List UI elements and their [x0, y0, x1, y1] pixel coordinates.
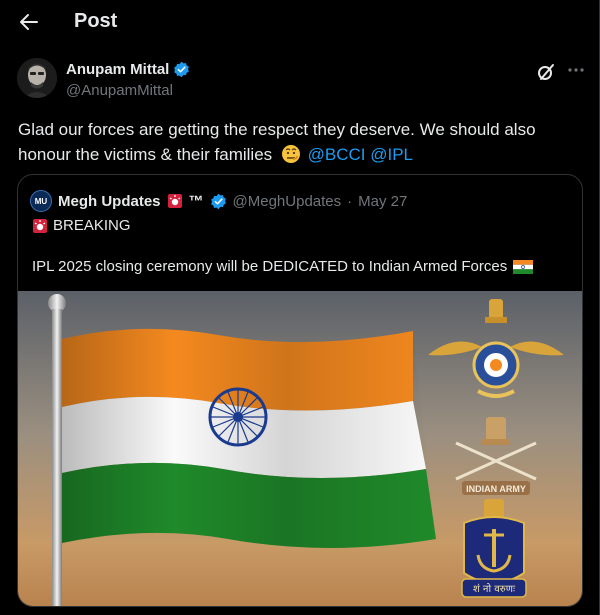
post-header: Post: [0, 0, 600, 44]
breaking-label: BREAKING: [53, 217, 131, 234]
army-label: INDIAN ARMY: [466, 484, 526, 494]
verified-badge-icon: [210, 193, 226, 209]
india-flag-icon: [513, 259, 534, 274]
post-page: Post Anupam Mittal @AnupamMittal Glad ou…: [0, 0, 600, 615]
more-options-icon[interactable]: [566, 60, 586, 80]
avatar[interactable]: [17, 58, 57, 98]
grok-icon[interactable]: [536, 62, 556, 82]
quoted-avatar[interactable]: MU: [30, 190, 52, 212]
quoted-image[interactable]: INDIAN ARMY शं नो वरुणः: [18, 291, 582, 606]
navy-motto: शं नो वरुणः: [473, 583, 516, 595]
face-emoji-icon: [281, 145, 300, 163]
verified-badge-icon: [174, 61, 190, 78]
post-body: Glad our forces are getting the respect …: [18, 120, 536, 164]
author-handle[interactable]: @AnupamMittal: [66, 82, 173, 99]
siren-icon: [33, 218, 47, 233]
siren-icon: [167, 194, 182, 208]
flag-and-emblems-illustration: INDIAN ARMY शं नो वरुणः: [18, 291, 582, 606]
author-name-text[interactable]: Anupam Mittal: [66, 61, 169, 78]
author-name[interactable]: Anupam Mittal: [66, 61, 190, 78]
quoted-text: IPL 2025 closing ceremony will be DEDICA…: [32, 258, 508, 275]
mention-ipl[interactable]: @IPL: [370, 145, 413, 164]
quoted-text-line: IPL 2025 closing ceremony will be DEDICA…: [32, 258, 534, 275]
quoted-date[interactable]: May 27: [358, 193, 407, 210]
quoted-author-name[interactable]: Megh Updates: [58, 193, 161, 210]
page-title: Post: [74, 10, 118, 32]
quoted-post-header: MU Megh Updates ™ @MeghUpdates · May 27: [30, 190, 407, 212]
separator-dot: ·: [347, 192, 353, 210]
post-text: Glad our forces are getting the respect …: [18, 117, 578, 167]
back-arrow-icon[interactable]: [17, 10, 41, 34]
mention-bcci[interactable]: @BCCI: [308, 145, 366, 164]
trademark-symbol: ™: [188, 192, 204, 210]
quoted-author-handle[interactable]: @MeghUpdates: [233, 193, 342, 210]
breaking-line: BREAKING: [32, 217, 131, 234]
quoted-post[interactable]: MU Megh Updates ™ @MeghUpdates · May 27 …: [17, 174, 583, 607]
